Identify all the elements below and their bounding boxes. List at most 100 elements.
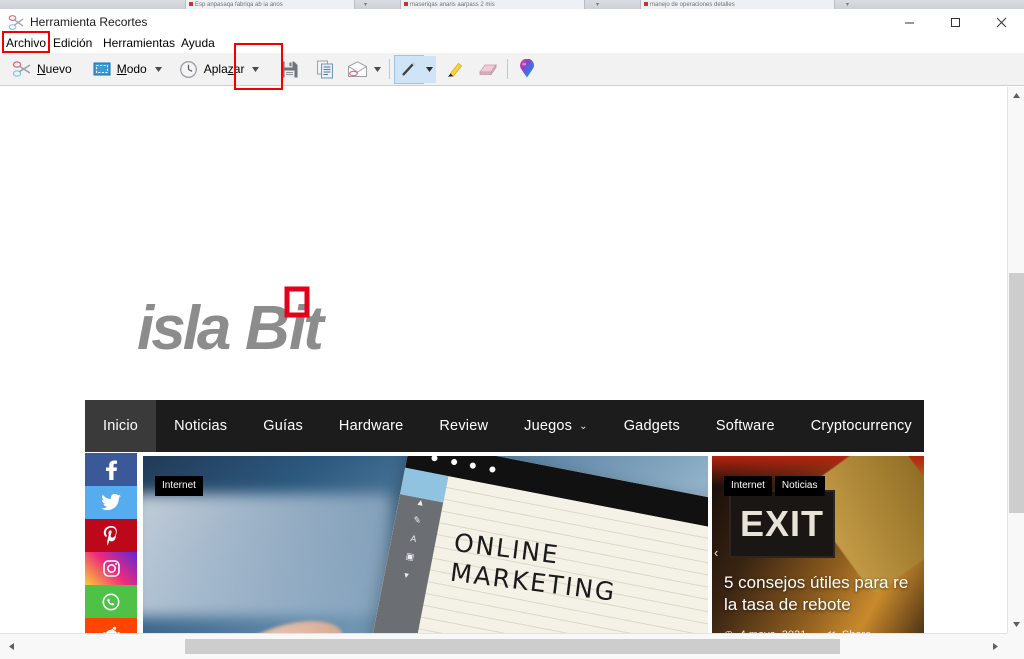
delay-dropdown-caret[interactable] (249, 56, 262, 83)
share-twitter-icon[interactable] (85, 486, 137, 519)
nav-label: Inicio (103, 418, 139, 434)
nav-item-inicio[interactable]: Inicio (85, 400, 157, 452)
titlebar: Herramienta Recortes (0, 9, 1024, 36)
exit-sign: EXIT (728, 489, 835, 558)
card-tags: Internet Noticias (724, 476, 825, 496)
share-instagram-icon[interactable] (85, 552, 137, 585)
menu-archivo[interactable]: Archivo (6, 33, 46, 53)
card-meta: ◷ 4 mayo, 2021 – ≪ Share (724, 629, 871, 633)
card-tasa-rebote[interactable]: EXIT ‹ Internet Noticias 5 consejos útil… (712, 456, 924, 633)
chevron-down-icon[interactable]: ▾ (364, 1, 367, 8)
card-image: ONLINE MARKETING ↘ ↘ ↑ ▲ ✎ (143, 456, 708, 633)
clock-icon: ◷ (724, 629, 734, 633)
card-title-line2: la tasa de rebote (724, 595, 851, 614)
share-facebook-icon[interactable] (85, 453, 137, 486)
captured-webpage: isla B it Inicio Noticias Guías Hardware… (0, 87, 1007, 633)
tag-noticias[interactable]: Noticias (774, 476, 825, 496)
article-cards: ONLINE MARKETING ↘ ↘ ↑ ▲ ✎ (143, 456, 924, 633)
tag-internet[interactable]: Internet (155, 476, 203, 496)
vertical-scrollbar[interactable] (1007, 87, 1024, 633)
chevron-down-icon: ⌄ (579, 420, 588, 432)
scissors-icon (11, 58, 33, 80)
share-icon[interactable]: ≪ (824, 629, 836, 633)
email-icon (346, 58, 368, 80)
favicon (404, 2, 408, 7)
copy-icon (314, 58, 336, 80)
eraser-button[interactable] (474, 56, 502, 83)
close-button[interactable] (978, 9, 1024, 36)
save-button[interactable] (275, 56, 303, 83)
background-tab[interactable]: manejo de operaciones detalles (640, 0, 835, 9)
snip-canvas: isla B it Inicio Noticias Guías Hardware… (0, 87, 1007, 633)
mode-button[interactable]: Modo (86, 56, 152, 83)
background-tab[interactable]: maseriqas anaris aarpass 2 mis (400, 0, 585, 9)
balloon-button[interactable] (513, 56, 541, 83)
nav-label: Software (715, 418, 775, 434)
rect-select-icon (91, 58, 113, 80)
share-reddit-icon[interactable] (85, 618, 137, 633)
delay-label: Aplazar (203, 62, 245, 76)
carousel-prev-icon[interactable]: ‹ (714, 545, 718, 560)
image-handwriting: ONLINE MARKETING (449, 528, 708, 627)
menu-herramientas[interactable]: Herramientas (103, 33, 175, 53)
nav-label: Noticias (174, 418, 228, 434)
nav-item-juegos[interactable]: Juegos ⌄ (506, 400, 606, 452)
delay-button[interactable]: Aplazar (173, 56, 250, 83)
mode-dropdown-caret[interactable] (152, 56, 165, 83)
svg-text:isla: isla (137, 294, 230, 363)
email-dropdown-caret[interactable] (371, 56, 384, 83)
share-whatsapp-icon[interactable] (85, 585, 137, 618)
nav-item-hardware[interactable]: Hardware (321, 400, 421, 452)
mode-label: Modo (116, 62, 147, 76)
scroll-up-button[interactable] (1008, 87, 1024, 104)
pen-dropdown-caret[interactable] (423, 55, 437, 83)
nav-item-gadgets[interactable]: Gadgets (606, 400, 698, 452)
card-title[interactable]: 5 consejos útiles para re la tasa de reb… (724, 572, 923, 616)
snipping-tool-icon (8, 15, 24, 30)
toolbar-separator (507, 59, 509, 79)
scroll-down-button[interactable] (1008, 616, 1024, 633)
favicon (189, 2, 193, 7)
maximize-button[interactable] (932, 9, 978, 36)
nav-label: Hardware (338, 418, 404, 434)
toolbar: Nuevo Modo Aplazar (0, 53, 1024, 86)
share-pinterest-icon[interactable] (85, 519, 137, 552)
tablet-device: ONLINE MARKETING ↘ ↘ ↑ ▲ ✎ (368, 456, 708, 633)
nav-item-software[interactable]: Software (698, 400, 793, 452)
nav-item-review[interactable]: Review (421, 400, 506, 452)
meta-separator: – (812, 629, 818, 633)
highlighter-button[interactable] (440, 56, 468, 83)
nav-item-guias[interactable]: Guías (245, 400, 321, 452)
menu-edicion[interactable]: Edición (53, 33, 92, 53)
menu-ayuda[interactable]: Ayuda (181, 33, 215, 53)
nav-label: Guías (263, 418, 303, 434)
chevron-down-icon[interactable]: ▾ (846, 1, 849, 8)
email-button[interactable] (343, 56, 371, 83)
scroll-right-button[interactable] (987, 638, 1004, 655)
nav-label: Gadgets (623, 418, 680, 434)
eraser-icon (477, 58, 499, 80)
new-snip-label: Nuevo (37, 62, 72, 76)
pen-button[interactable] (394, 54, 425, 84)
nav-label: Review (439, 418, 489, 434)
menu-herramientas-label: Herramientas (103, 36, 176, 50)
horizontal-scroll-thumb[interactable] (185, 639, 840, 654)
vertical-scroll-thumb[interactable] (1009, 273, 1024, 513)
new-snip-button[interactable]: Nuevo (6, 56, 77, 83)
exit-sign-text: EXIT (739, 502, 824, 544)
snipping-tool-window: Esp anpasaqa fabriqa ab ia anos ▾ maseri… (0, 0, 1024, 659)
background-tab[interactable]: Esp anpasaqa fabriqa ab ia anos (185, 0, 355, 9)
share-label[interactable]: Share (842, 629, 871, 633)
nav-item-noticias[interactable]: Noticias (156, 400, 245, 452)
menu-archivo-label: Archivo (6, 36, 47, 50)
menu-edicion-label: Edición (53, 36, 93, 50)
horizontal-scrollbar[interactable] (0, 633, 1024, 659)
card-engagement[interactable]: ONLINE MARKETING ↘ ↘ ↑ ▲ ✎ (143, 456, 708, 633)
nav-item-cryptocurrency[interactable]: Cryptocurrency (793, 400, 930, 452)
copy-button[interactable] (311, 56, 339, 83)
chevron-down-icon[interactable]: ▾ (596, 1, 599, 8)
tag-internet[interactable]: Internet (724, 476, 772, 496)
minimize-button[interactable] (886, 9, 932, 36)
card-tags: Internet (155, 476, 203, 496)
scroll-left-button[interactable] (3, 638, 20, 655)
